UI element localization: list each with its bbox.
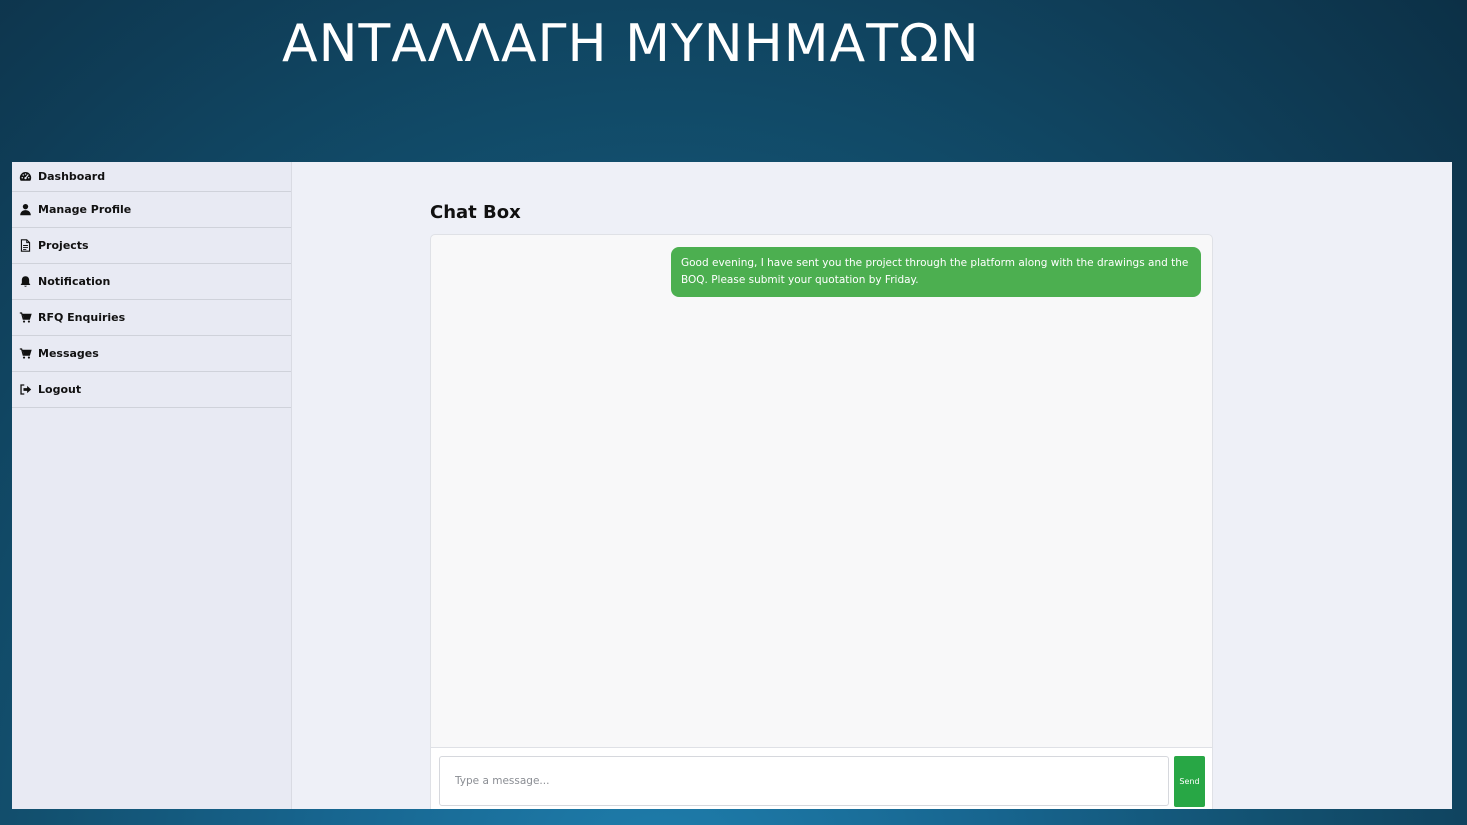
message-composer: Send <box>431 748 1212 809</box>
sign-out-icon <box>18 383 32 397</box>
app-screenshot: Dashboard Manage Profile Projects Notifi… <box>12 162 1452 809</box>
cart-icon <box>18 347 32 361</box>
message-input[interactable] <box>439 756 1169 806</box>
sidebar-item-projects[interactable]: Projects <box>12 228 291 264</box>
outgoing-message-bubble: Good evening, I have sent you the projec… <box>671 247 1201 297</box>
document-icon <box>18 239 32 253</box>
dashboard-icon <box>18 170 32 184</box>
sidebar-item-label: Manage Profile <box>38 203 132 216</box>
slide-title: ΑΝΤΑΛΛΑΓΗ ΜΥΝΗΜΑΤΩΝ <box>282 14 980 74</box>
sidebar-item-label: RFQ Enquiries <box>38 311 126 324</box>
sidebar-item-label: Projects <box>38 239 89 252</box>
sidebar-item-label: Dashboard <box>38 170 106 183</box>
sidebar: Dashboard Manage Profile Projects Notifi… <box>12 162 292 809</box>
sidebar-item-logout[interactable]: Logout <box>12 372 291 408</box>
chat-box-title: Chat Box <box>430 202 521 223</box>
sidebar-item-messages[interactable]: Messages <box>12 336 291 372</box>
cart-icon <box>18 311 32 325</box>
sidebar-item-label: Notification <box>38 275 111 288</box>
send-button[interactable]: Send <box>1174 756 1205 807</box>
user-icon <box>18 203 32 217</box>
sidebar-item-manage-profile[interactable]: Manage Profile <box>12 192 291 228</box>
bell-icon <box>18 275 32 289</box>
sidebar-item-dashboard[interactable]: Dashboard <box>12 162 291 192</box>
main-content: Chat Box Good evening, I have sent you t… <box>293 162 1452 809</box>
sidebar-item-label: Messages <box>38 347 99 360</box>
sidebar-item-label: Logout <box>38 383 82 396</box>
messages-area[interactable]: Good evening, I have sent you the projec… <box>431 235 1212 748</box>
sidebar-item-notification[interactable]: Notification <box>12 264 291 300</box>
chat-panel: Good evening, I have sent you the projec… <box>430 234 1213 809</box>
sidebar-item-rfq-enquiries[interactable]: RFQ Enquiries <box>12 300 291 336</box>
